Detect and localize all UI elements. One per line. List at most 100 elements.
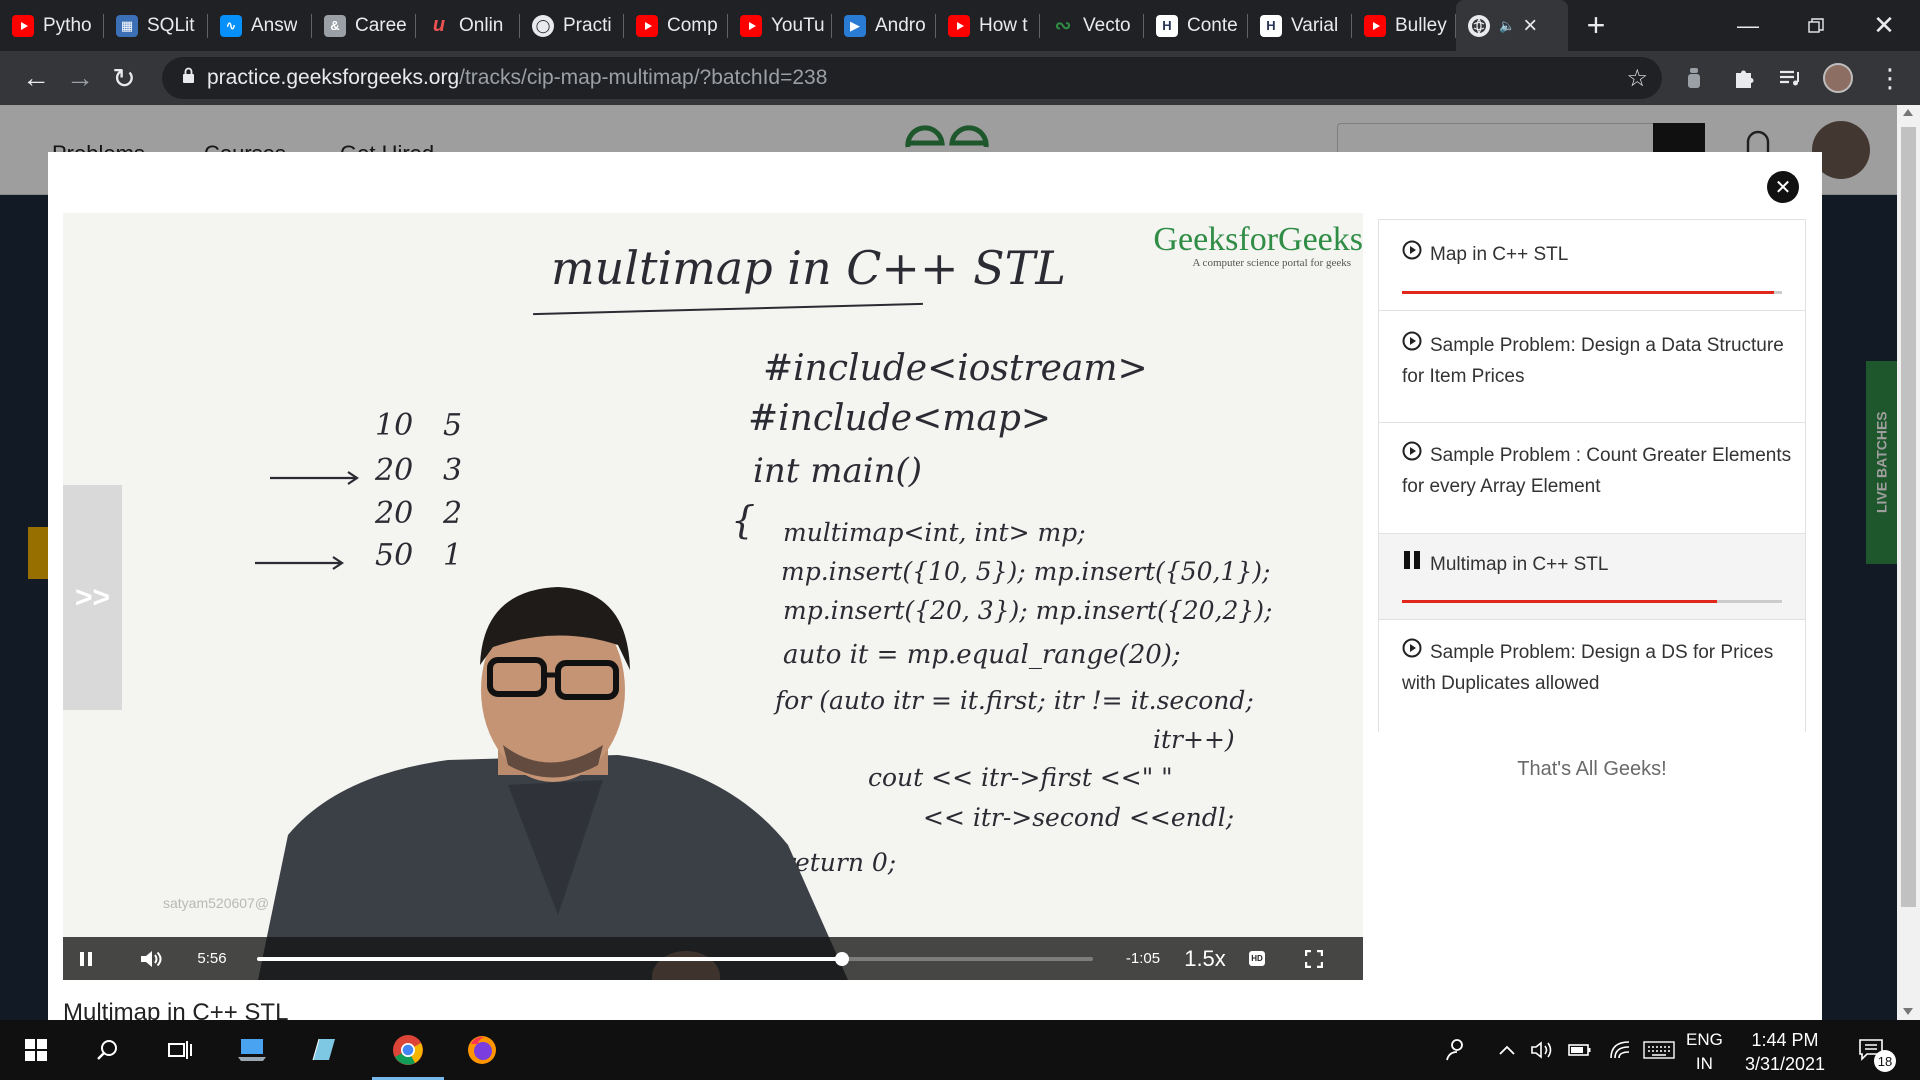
tab-2[interactable]: ▦ SQLit (104, 0, 208, 51)
play-circle-icon (1402, 239, 1422, 270)
tab-active[interactable]: 🔈 × (1456, 0, 1568, 51)
notes-app-icon (312, 1038, 335, 1061)
forward-button[interactable]: → (58, 56, 102, 100)
search-taskbar-button[interactable] (72, 1020, 144, 1080)
reload-button[interactable]: ↻ (102, 56, 146, 100)
input-language[interactable]: ENG IN (1686, 1028, 1723, 1076)
close-window-button[interactable]: ✕ (1850, 0, 1918, 51)
seek-bar-fill (257, 957, 843, 961)
tab-title: Pytho (43, 14, 92, 36)
people-icon[interactable] (1440, 1020, 1472, 1080)
tab-8[interactable]: YouTu (728, 0, 832, 51)
whiteboard-title: multimap in C++ STL (551, 241, 1066, 295)
watch-progress-bar (1402, 291, 1782, 294)
wifi-icon[interactable] (1606, 1020, 1634, 1080)
address-bar[interactable]: practice.geeksforgeeks.org/tracks/cip-ma… (162, 57, 1662, 99)
tab-4[interactable]: & Caree (312, 0, 416, 51)
pause-icon (80, 951, 92, 966)
volume-button[interactable] (133, 937, 169, 980)
restore-button[interactable] (1782, 0, 1850, 51)
playlist-item-2[interactable]: Sample Problem: Design a Data Structure … (1379, 311, 1805, 423)
tab-9[interactable]: ▶ Andro (832, 0, 936, 51)
battery-icon[interactable] (1566, 1020, 1594, 1080)
tab-title: YouTu (771, 14, 825, 36)
tab-1[interactable]: Pytho (0, 0, 104, 51)
tab-title: Vecto (1083, 14, 1131, 36)
code-line-3: mp.insert({20, 3}); mp.insert({20,2}); (783, 596, 1273, 625)
task-view-button[interactable] (144, 1020, 216, 1080)
new-tab-button[interactable]: + (1574, 0, 1618, 51)
windows-start-button[interactable] (0, 1020, 72, 1080)
tab-title: Onlin (459, 14, 504, 36)
ampersand-icon: & (324, 14, 346, 37)
seek-handle[interactable] (835, 952, 850, 966)
pause-button[interactable] (71, 937, 101, 980)
tab-5[interactable]: u Onlin (416, 0, 520, 51)
profile-avatar[interactable] (1818, 51, 1858, 105)
firefox-icon (468, 1036, 496, 1064)
browser-tab-strip: Pytho ▦ SQLit ∿ Answ & Caree u Onlin ◯ Practi Comp Y… (0, 0, 1920, 51)
playlist-item-3[interactable]: Sample Problem : Count Greater Elements … (1379, 423, 1805, 534)
tab-13[interactable]: H Varial (1248, 0, 1352, 51)
taskbar-app-chrome[interactable] (372, 1020, 444, 1080)
close-modal-button[interactable]: ✕ (1767, 171, 1799, 203)
notification-count-badge: 18 (1874, 1050, 1896, 1072)
table-key: 50 (375, 538, 414, 573)
windows-taskbar: ENG IN 1:44 PM 3/31/2021 18 (0, 1020, 1920, 1080)
keyboard-icon[interactable] (1641, 1020, 1677, 1080)
playback-speed-button[interactable]: 1.5x (1178, 937, 1232, 980)
bookmark-star-icon[interactable]: ☆ (1626, 64, 1648, 93)
tab-6[interactable]: ◯ Practi (520, 0, 624, 51)
scroll-thumb[interactable] (1901, 127, 1916, 907)
playlist-item-1[interactable]: Map in C++ STL (1379, 220, 1805, 311)
speaker-icon[interactable]: 🔈 (1499, 18, 1515, 34)
tab-11[interactable]: ∾ Vecto (1040, 0, 1144, 51)
lock-icon[interactable] (182, 66, 195, 90)
expand-sidebar-tab[interactable]: >> (63, 485, 122, 710)
close-tab-icon[interactable]: × (1523, 12, 1537, 40)
media-control-icon[interactable] (1770, 51, 1810, 105)
language-code: ENG (1686, 1030, 1723, 1049)
youtube-icon (1364, 14, 1386, 37)
tab-12[interactable]: H Conte (1144, 0, 1248, 51)
seek-bar[interactable] (257, 952, 1093, 966)
extension-icon[interactable] (1674, 51, 1714, 105)
scroll-up-arrow (1903, 109, 1913, 116)
tab-14[interactable]: Bulley (1352, 0, 1456, 51)
stackshare-icon: ∿ (220, 14, 242, 37)
tab-3[interactable]: ∿ Answ (208, 0, 312, 51)
watch-progress-bar (1402, 600, 1782, 603)
taskbar-app-firefox[interactable] (446, 1020, 518, 1080)
hd-quality-button[interactable]: HD (1239, 937, 1275, 980)
tab-7[interactable]: Comp (624, 0, 728, 51)
scroll-down-arrow (1903, 1008, 1913, 1015)
minimize-button[interactable]: — (1714, 0, 1782, 51)
show-hidden-icons-chevron[interactable] (1495, 1020, 1519, 1080)
action-center-button[interactable]: 18 (1852, 1020, 1896, 1080)
taskbar-app-laptop[interactable] (216, 1020, 288, 1080)
puzzle-extensions-icon[interactable] (1724, 51, 1764, 105)
url-host: practice.geeksforgeeks.org (207, 66, 460, 89)
table-value: 5 (443, 408, 463, 443)
playlist-item-4-current[interactable]: Multimap in C++ STL (1379, 534, 1805, 620)
elapsed-time: 5:56 (197, 950, 227, 967)
tab-10[interactable]: How t (936, 0, 1040, 51)
hd-icon: HD (1249, 951, 1265, 966)
playlist-item-5[interactable]: Sample Problem: Design a DS for Prices w… (1379, 620, 1805, 732)
watermark: satyam520607@ (163, 895, 270, 911)
volume-tray-icon[interactable] (1528, 1020, 1556, 1080)
page-scrollbar[interactable] (1897, 105, 1920, 1020)
youtube-icon (948, 14, 970, 37)
video-player[interactable]: GeeksforGeeks A computer science portal … (63, 213, 1363, 980)
chrome-icon (393, 1035, 423, 1065)
task-view-icon (168, 1041, 192, 1059)
video-modal: ✕ GeeksforGeeks A computer science porta… (48, 152, 1822, 1026)
taskbar-app-notes[interactable] (288, 1020, 360, 1080)
fullscreen-button[interactable] (1293, 937, 1335, 980)
table-value: 2 (443, 496, 463, 531)
youtube-icon (636, 14, 658, 37)
taskbar-clock[interactable]: 1:44 PM 3/31/2021 (1725, 1028, 1845, 1076)
menu-kebab-icon[interactable]: ⋮ (1870, 51, 1910, 105)
back-button[interactable]: ← (14, 56, 58, 100)
code-line-8: << itr->second <<endl; (923, 803, 1235, 832)
